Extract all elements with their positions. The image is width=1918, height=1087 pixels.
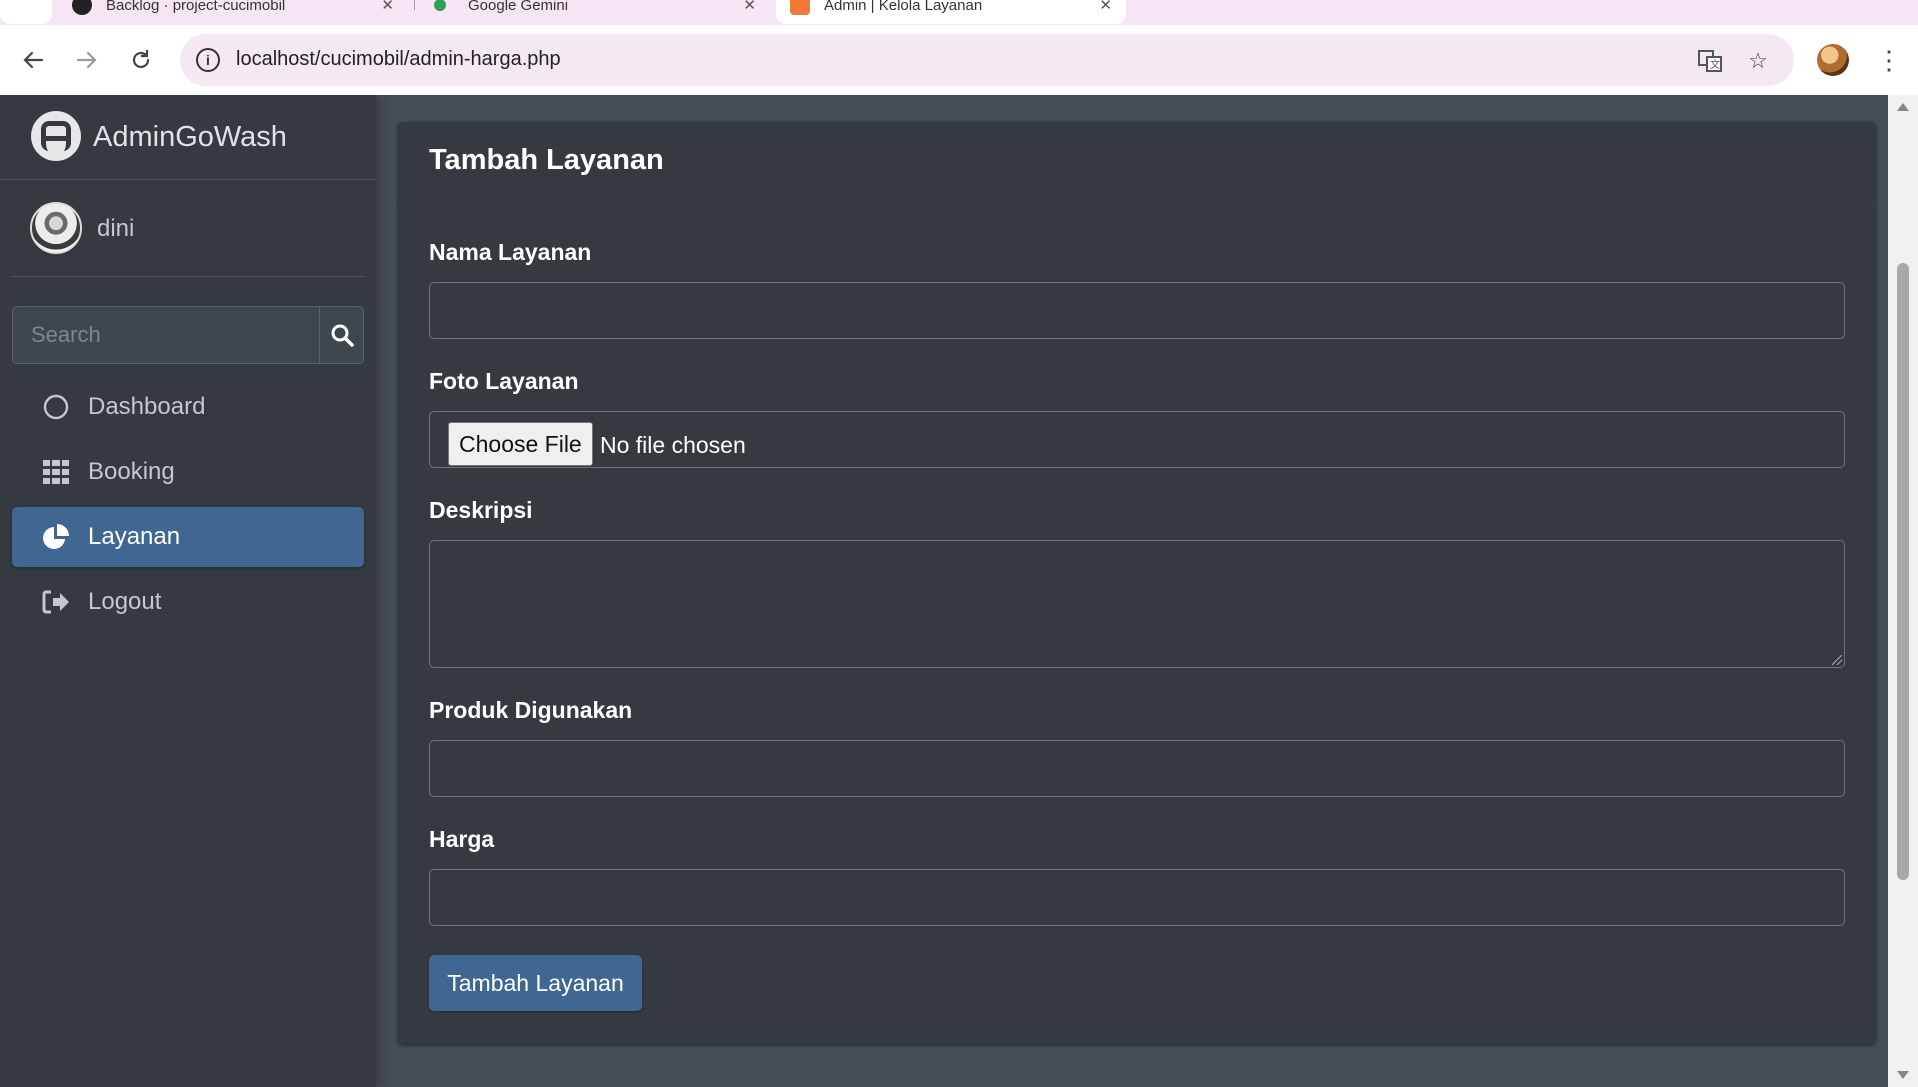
url-text[interactable]: localhost/cucimobil/admin-harga.php bbox=[236, 48, 561, 71]
deskripsi-textarea[interactable] bbox=[429, 540, 1845, 668]
scroll-down-icon[interactable] bbox=[1897, 1071, 1909, 1079]
tambah-layanan-button[interactable]: Tambah Layanan bbox=[429, 955, 642, 1011]
sidebar-item-label: Booking bbox=[88, 458, 175, 485]
sign-out-icon bbox=[42, 588, 70, 616]
bookmark-star-icon[interactable]: ☆ bbox=[1743, 46, 1773, 76]
grid-icon bbox=[42, 458, 70, 486]
new-tab-button[interactable] bbox=[1132, 0, 1172, 24]
choose-file-button[interactable]: Choose File bbox=[448, 422, 593, 466]
add-service-card: Tambah Layanan Nama Layanan Foto Layanan… bbox=[398, 122, 1876, 1044]
harga-label: Harga bbox=[429, 826, 495, 852]
reload-icon[interactable] bbox=[124, 43, 158, 77]
produk-digunakan-input[interactable] bbox=[429, 740, 1845, 797]
search-icon bbox=[331, 324, 354, 347]
user-panel: dini bbox=[0, 180, 376, 277]
back-icon[interactable] bbox=[16, 43, 50, 77]
scroll-up-icon[interactable] bbox=[1897, 103, 1909, 111]
main-content: Tambah Layanan Nama Layanan Foto Layanan… bbox=[376, 95, 1888, 1087]
browser-tab-gemini[interactable]: Google Gemini ✕ bbox=[420, 0, 770, 24]
brand-link[interactable]: AdminGoWash bbox=[0, 95, 376, 180]
sidebar-item-layanan[interactable]: Layanan bbox=[12, 507, 364, 567]
profile-avatar[interactable] bbox=[1817, 44, 1849, 76]
site-info-icon[interactable]: i bbox=[196, 48, 220, 72]
pie-chart-icon bbox=[42, 523, 70, 551]
sidebar-item-dashboard[interactable]: Dashboard bbox=[12, 377, 364, 437]
produk-digunakan-label: Produk Digunakan bbox=[429, 697, 633, 723]
gemini-icon bbox=[434, 0, 446, 11]
address-bar[interactable]: i localhost/cucimobil/admin-harga.php 文 … bbox=[180, 34, 1794, 86]
close-icon[interactable]: ✕ bbox=[743, 0, 756, 14]
sidebar-item-label: Layanan bbox=[88, 523, 181, 550]
resize-grip-icon[interactable] bbox=[1832, 655, 1842, 665]
page-favicon-icon bbox=[790, 0, 810, 15]
nama-layanan-input[interactable] bbox=[429, 282, 1845, 339]
foto-layanan-label: Foto Layanan bbox=[429, 368, 579, 394]
card-header: Tambah Layanan bbox=[398, 122, 1876, 208]
svg-text:文: 文 bbox=[1710, 58, 1720, 71]
github-icon bbox=[72, 0, 92, 15]
sidebar-nav: Dashboard Booking Layanan Logout bbox=[12, 377, 364, 637]
browser-tab-admin[interactable]: Admin | Kelola Layanan ✕ bbox=[776, 0, 1126, 24]
close-icon[interactable]: ✕ bbox=[381, 0, 394, 14]
browser-toolbar: i localhost/cucimobil/admin-harga.php 文 … bbox=[0, 25, 1918, 95]
foto-layanan-file-input[interactable]: Choose File No file chosen bbox=[429, 411, 1845, 468]
page-title: Tambah Layanan bbox=[429, 144, 664, 176]
brand-logo-icon bbox=[31, 111, 81, 161]
browser-menu-icon[interactable]: ⋮ bbox=[1872, 43, 1906, 77]
file-status-text: No file chosen bbox=[600, 432, 746, 458]
forward-icon[interactable] bbox=[70, 43, 104, 77]
nama-layanan-label: Nama Layanan bbox=[429, 239, 592, 265]
sidebar-search-input[interactable] bbox=[13, 307, 319, 363]
sidebar-item-label: Logout bbox=[88, 588, 162, 615]
harga-input[interactable] bbox=[429, 869, 1845, 926]
sidebar-item-label: Dashboard bbox=[88, 393, 206, 420]
browser-tab-strip: Backlog · project-cucimobil ✕ Google Gem… bbox=[0, 0, 1918, 25]
sidebar-item-logout[interactable]: Logout bbox=[12, 572, 364, 632]
page-scrollbar[interactable] bbox=[1888, 95, 1918, 1087]
brand-name: AdminGoWash bbox=[93, 121, 287, 153]
browser-tab-backlog[interactable]: Backlog · project-cucimobil ✕ bbox=[58, 0, 408, 24]
page-viewport: AdminGoWash dini Dashboard Booki bbox=[0, 95, 1918, 1087]
translate-icon[interactable]: 文 bbox=[1695, 46, 1725, 76]
deskripsi-label: Deskripsi bbox=[429, 497, 533, 523]
user-avatar bbox=[30, 202, 82, 254]
user-name[interactable]: dini bbox=[97, 215, 134, 243]
close-icon[interactable]: ✕ bbox=[1099, 0, 1112, 14]
sidebar-item-booking[interactable]: Booking bbox=[12, 442, 364, 502]
search-button[interactable] bbox=[319, 307, 363, 363]
scroll-thumb[interactable] bbox=[1897, 263, 1909, 880]
sidebar: AdminGoWash dini Dashboard Booki bbox=[0, 95, 376, 1087]
sidebar-search bbox=[12, 306, 364, 364]
circle-icon bbox=[42, 393, 70, 421]
tab-search-button[interactable] bbox=[0, 0, 52, 24]
